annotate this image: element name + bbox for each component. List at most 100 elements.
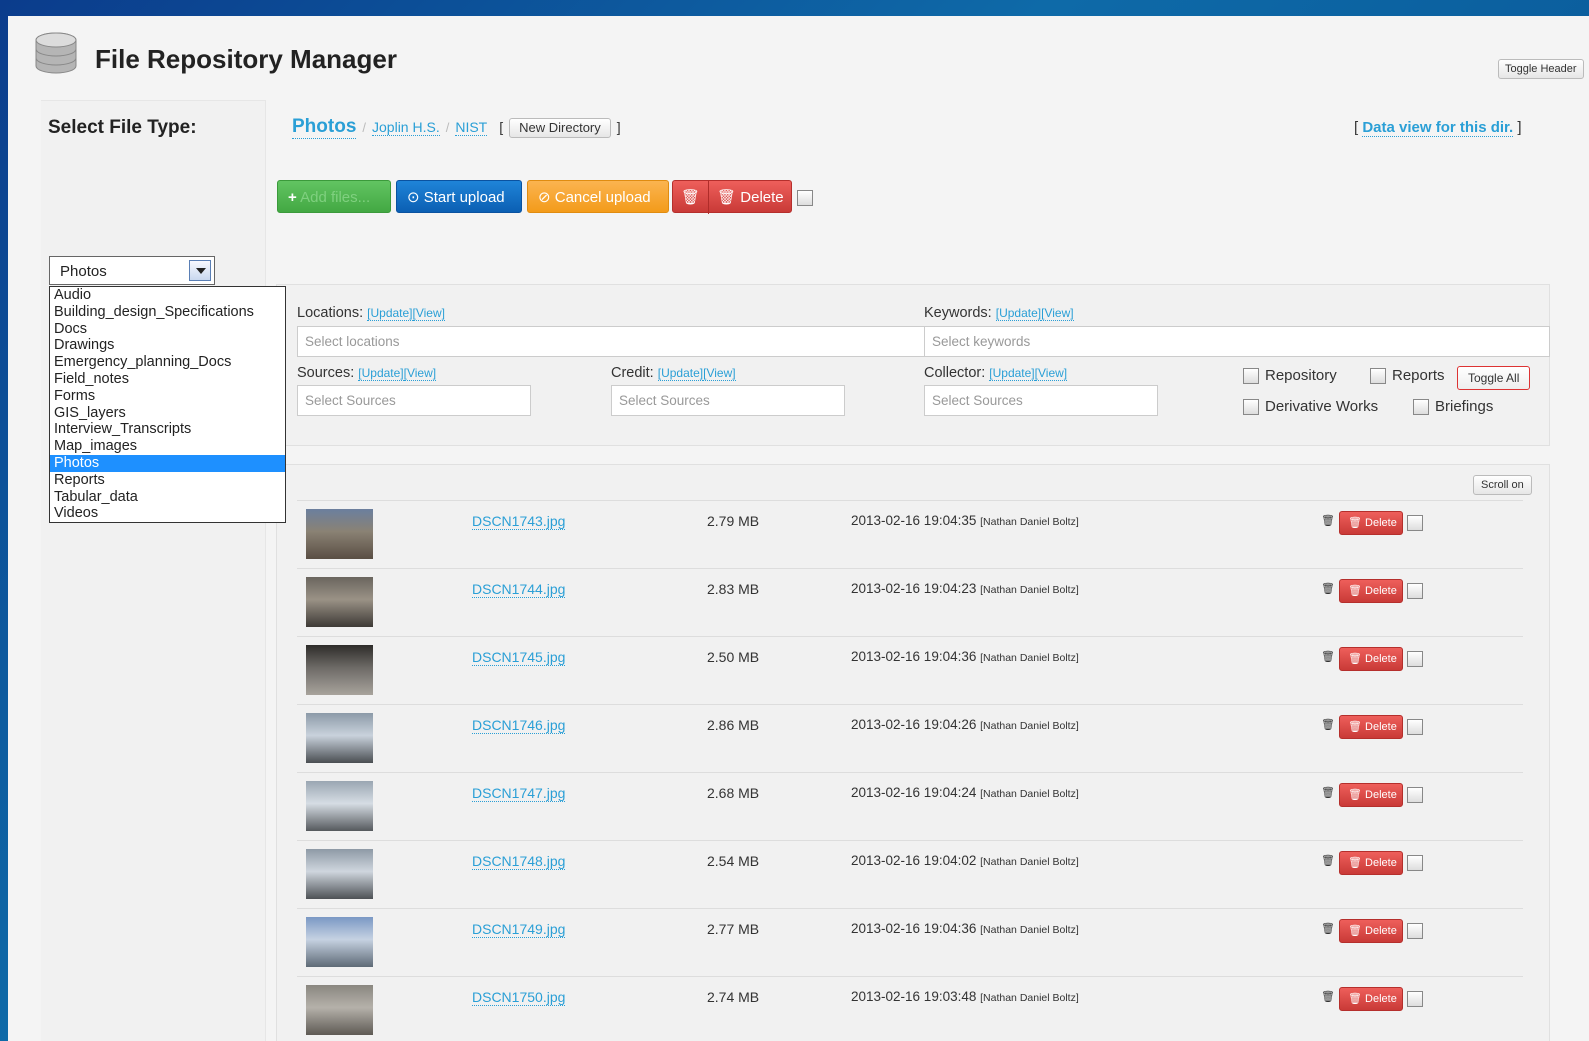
delete-file-button[interactable]: 🗑 Delete — [1339, 851, 1403, 875]
locations-update-link[interactable]: [Update] — [367, 306, 413, 321]
file-type-option[interactable]: Drawings — [50, 337, 285, 354]
start-upload-button[interactable]: ⊙ Start upload — [396, 180, 522, 213]
delete-file-button[interactable]: 🗑 Delete — [1339, 647, 1403, 671]
file-type-option[interactable]: Audio — [50, 287, 285, 304]
keywords-input[interactable]: Select keywords — [924, 326, 1550, 357]
trash-icon: 🗑 — [1348, 857, 1362, 869]
file-size: 2.79 MB — [707, 513, 760, 529]
toggle-all-button[interactable]: Toggle All — [1457, 366, 1531, 390]
derivative-works-checkbox[interactable] — [1243, 398, 1259, 415]
collector-update-link[interactable]: [Update] — [989, 366, 1035, 381]
row-checkbox[interactable] — [1407, 855, 1423, 871]
breadcrumb-item[interactable]: Joplin H.S. — [372, 119, 440, 136]
file-type-option[interactable]: Emergency_planning_Docs — [50, 354, 285, 371]
table-row: DSCN1745.jpg 2.50 MB 2013-02-16 19:04:36 [… — [297, 636, 1523, 704]
credit-view-link[interactable]: [View] — [703, 366, 736, 381]
breadcrumb-item[interactable]: NIST — [455, 119, 488, 136]
collector-view-link[interactable]: [View] — [1034, 366, 1068, 381]
row-checkbox[interactable] — [1407, 719, 1423, 735]
derivative-works-check[interactable]: Derivative Works — [1243, 398, 1378, 415]
cancel-upload-button[interactable]: ⊘ Cancel upload — [527, 180, 669, 213]
data-view-link[interactable]: Data view for this dir. — [1362, 119, 1514, 137]
row-checkbox[interactable] — [1407, 787, 1423, 803]
add-files-label: Add files... — [300, 189, 371, 206]
credit-input[interactable]: Select Sources — [611, 385, 845, 416]
delete-file-button[interactable]: 🗑 Delete — [1339, 511, 1403, 535]
file-name-link[interactable]: DSCN1743.jpg — [472, 513, 566, 530]
file-type-option[interactable]: Reports — [50, 472, 285, 489]
delete-file-button[interactable]: 🗑 Delete — [1339, 715, 1403, 739]
trash-icon: 🗑 — [1321, 855, 1335, 867]
file-type-option[interactable]: Tabular_data — [50, 489, 285, 506]
toggle-header-button[interactable]: Toggle Header — [1498, 59, 1584, 79]
new-directory-button[interactable]: New Directory — [509, 118, 611, 138]
chevron-down-icon[interactable] — [189, 260, 211, 281]
file-type-option[interactable]: GIS_layers — [50, 405, 285, 422]
sources-update-link[interactable]: [Update] — [358, 366, 404, 381]
file-type-option[interactable]: Interview_Transcripts — [50, 421, 285, 438]
locations-input[interactable]: Select locations — [297, 326, 925, 357]
row-checkbox[interactable] — [1407, 991, 1423, 1007]
keywords-view-link[interactable]: [View] — [1041, 306, 1074, 321]
file-type-option[interactable]: Map_images — [50, 438, 285, 455]
file-type-selected: Photos — [60, 263, 107, 280]
trash-icon: 🗑 — [1321, 991, 1335, 1003]
credit-update-link[interactable]: [Update] — [657, 366, 704, 381]
delete-file-button[interactable]: 🗑 Delete — [1339, 783, 1403, 807]
photo-thumbnail[interactable] — [306, 849, 373, 899]
photo-thumbnail[interactable] — [306, 713, 373, 763]
row-checkbox[interactable] — [1407, 651, 1423, 667]
repository-checkbox[interactable] — [1243, 367, 1259, 384]
file-type-option[interactable]: Videos — [50, 505, 285, 522]
collector-input[interactable]: Select Sources — [924, 385, 1158, 416]
file-name-link[interactable]: DSCN1747.jpg — [472, 785, 566, 802]
file-type-label: Select File Type: — [48, 117, 197, 138]
row-checkbox[interactable] — [1407, 923, 1423, 939]
file-name-link[interactable]: DSCN1746.jpg — [472, 717, 566, 734]
repository-check[interactable]: Repository — [1243, 367, 1337, 384]
delete-file-button[interactable]: 🗑 Delete — [1339, 987, 1403, 1011]
filters-panel: Locations: [Update][View] Select locatio… — [276, 284, 1550, 446]
row-checkbox[interactable] — [1407, 515, 1423, 531]
file-type-option[interactable]: Photos — [50, 454, 285, 472]
photo-thumbnail[interactable] — [306, 781, 373, 831]
photo-thumbnail[interactable] — [306, 917, 373, 967]
sources-view-link[interactable]: [View] — [403, 366, 437, 381]
photo-thumbnail[interactable] — [306, 645, 373, 695]
table-row: DSCN1746.jpg 2.86 MB 2013-02-16 19:04:26 [… — [297, 704, 1523, 772]
file-type-option[interactable]: Field_notes — [50, 371, 285, 388]
keywords-update-link[interactable]: [Update] — [995, 306, 1042, 321]
file-name-link[interactable]: DSCN1744.jpg — [472, 581, 566, 598]
briefings-checkbox[interactable] — [1413, 398, 1429, 415]
delete-file-button[interactable]: 🗑 Delete — [1339, 579, 1403, 603]
trash-icon: 🗑 — [1348, 721, 1362, 733]
file-name-link[interactable]: DSCN1750.jpg — [472, 989, 566, 1006]
reports-checkbox[interactable] — [1370, 367, 1386, 384]
file-name-link[interactable]: DSCN1745.jpg — [472, 649, 566, 666]
delete-file-button[interactable]: 🗑 Delete — [1339, 919, 1403, 943]
trash-icon: 🗑 — [1321, 787, 1335, 799]
file-name-link[interactable]: DSCN1748.jpg — [472, 853, 566, 870]
row-checkbox[interactable] — [1407, 583, 1423, 599]
breadcrumb: Photos / Joplin H.S. / NIST [ New Direct… — [292, 116, 627, 140]
add-files-button[interactable]: + Add files... — [277, 180, 391, 213]
file-size: 2.54 MB — [707, 853, 760, 869]
locations-view-link[interactable]: [View] — [412, 306, 445, 321]
file-type-option[interactable]: Building_design_Specifications — [50, 304, 285, 321]
file-type-select[interactable]: Photos — [49, 256, 215, 285]
file-owner: [Nathan Daniel Boltz] — [980, 584, 1079, 596]
file-name-link[interactable]: DSCN1749.jpg — [472, 921, 566, 938]
file-type-option[interactable]: Forms — [50, 388, 285, 405]
photo-thumbnail[interactable] — [306, 985, 373, 1035]
scroll-on-button[interactable]: Scroll on — [1473, 475, 1532, 495]
reports-check[interactable]: Reports — [1370, 367, 1445, 384]
photo-thumbnail[interactable] — [306, 577, 373, 627]
upload-icon: ⊙ — [407, 189, 420, 206]
select-all-checkbox[interactable] — [797, 190, 813, 206]
file-type-option[interactable]: Docs — [50, 321, 285, 338]
sources-input[interactable]: Select Sources — [297, 385, 531, 416]
briefings-check[interactable]: Briefings — [1413, 398, 1493, 415]
delete-selected-button[interactable]: 🗑 🗑 Delete — [672, 180, 792, 214]
breadcrumb-current[interactable]: Photos — [292, 116, 357, 139]
photo-thumbnail[interactable] — [306, 509, 373, 559]
